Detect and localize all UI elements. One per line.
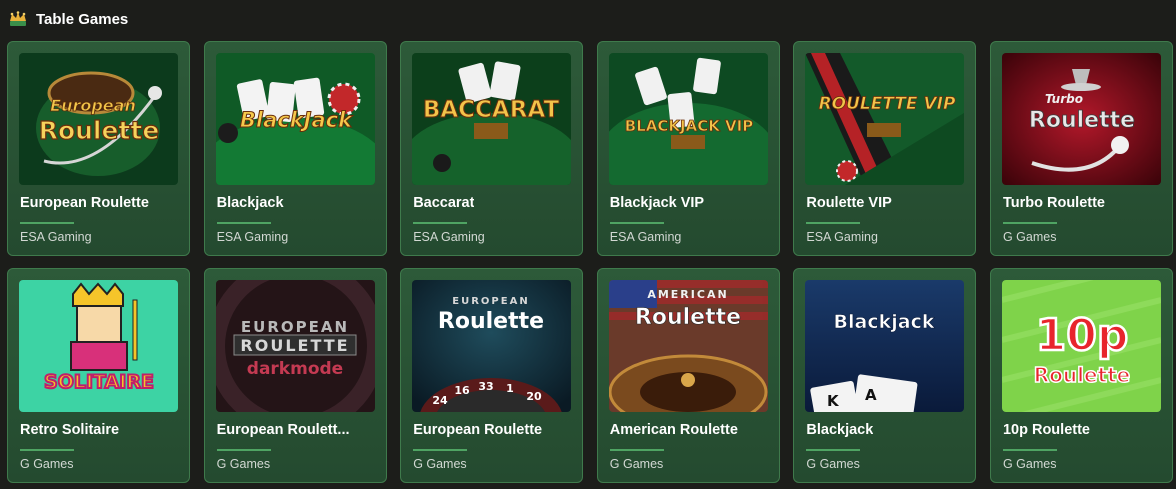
divider (20, 449, 74, 451)
svg-text:ROULETTE VIP: ROULETTE VIP (819, 94, 956, 114)
game-thumbnail[interactable]: 10p Roulette (1001, 280, 1161, 412)
svg-text:Roulette: Roulette (1034, 363, 1130, 387)
svg-text:EUROPEAN: EUROPEAN (452, 296, 529, 307)
divider (609, 222, 664, 224)
game-provider: ESA Gaming (609, 230, 682, 244)
svg-text:EUROPEAN: EUROPEAN (241, 318, 349, 336)
svg-text:20: 20 (527, 390, 543, 403)
svg-text:SOLITAIRE: SOLITAIRE (44, 371, 154, 393)
game-thumbnail[interactable]: Blackjack K A (805, 280, 965, 412)
svg-text:Roulette: Roulette (438, 309, 544, 334)
game-title: 10p Roulette (1002, 422, 1090, 438)
divider (806, 222, 861, 224)
section-header: Table Games (8, 8, 128, 30)
game-title: American Roulette (609, 422, 738, 438)
game-provider: G Games (1002, 230, 1057, 244)
divider (609, 449, 664, 451)
svg-text:33: 33 (479, 380, 494, 393)
svg-text:BACCARAT: BACCARAT (423, 97, 560, 123)
game-title: Turbo Roulette (1002, 195, 1105, 211)
games-grid: European Roulette European Roulette ESA … (7, 41, 1173, 483)
game-thumbnail[interactable]: AMERICAN Roulette (608, 280, 768, 412)
game-provider: ESA Gaming (20, 230, 92, 244)
game-card[interactable]: BLACKJACK VIP Blackjack VIP ESA Gaming (596, 41, 780, 256)
svg-text:Turbo: Turbo (1045, 92, 1083, 106)
divider (413, 449, 468, 451)
game-thumbnail[interactable]: ROULETTE VIP (805, 53, 965, 185)
divider (413, 222, 468, 224)
game-thumbnail[interactable]: BLACKJACK VIP (608, 53, 768, 185)
svg-text:Roulette: Roulette (1029, 108, 1135, 133)
svg-text:Roulette: Roulette (39, 116, 160, 145)
game-title: Roulette VIP (806, 195, 892, 211)
crown-icon (8, 11, 28, 27)
svg-text:1: 1 (506, 382, 514, 395)
divider (216, 222, 271, 224)
game-card[interactable]: European Roulette European Roulette ESA … (7, 41, 190, 256)
divider (216, 449, 271, 451)
divider (20, 222, 74, 224)
svg-text:BLACKJACK VIP: BLACKJACK VIP (625, 117, 753, 135)
game-card[interactable]: 10p Roulette 10p Roulette G Games (989, 268, 1173, 483)
game-provider: G Games (216, 457, 271, 471)
divider (1002, 449, 1057, 451)
game-title: Retro Solitaire (20, 422, 120, 438)
game-title: Baccarat (413, 195, 475, 211)
game-thumbnail[interactable]: European Roulette (19, 53, 178, 185)
game-card[interactable]: BlackJack Blackjack ESA Gaming (203, 41, 387, 256)
game-provider: G Games (1002, 457, 1057, 471)
game-card[interactable]: SOLITAIRE Retro Solitaire G Games (7, 268, 190, 483)
game-provider: G Games (609, 457, 664, 471)
svg-text:BlackJack: BlackJack (239, 108, 353, 132)
game-title: European Roulette (20, 195, 149, 211)
game-card[interactable]: BACCARAT Baccarat ESA Gaming (400, 41, 584, 256)
divider (1002, 222, 1057, 224)
game-card[interactable]: AMERICAN Roulette American Roulette G Ga… (596, 268, 780, 483)
svg-text:darkmode: darkmode (246, 359, 342, 379)
game-title: European Roulett... (216, 422, 350, 438)
svg-text:Roulette: Roulette (635, 305, 741, 330)
game-title: European Roulette (413, 422, 543, 438)
game-provider: ESA Gaming (806, 230, 878, 244)
game-title: Blackjack (806, 422, 874, 438)
game-provider: ESA Gaming (216, 230, 289, 244)
game-provider: G Games (806, 457, 860, 471)
section-title: Table Games (36, 10, 129, 28)
svg-text:K: K (827, 392, 840, 410)
game-card[interactable]: ROULETTE VIP Roulette VIP ESA Gaming (793, 41, 977, 256)
svg-text:Blackjack: Blackjack (834, 311, 935, 333)
game-provider: G Games (413, 457, 467, 471)
svg-text:24: 24 (433, 394, 449, 407)
game-card[interactable]: EUROPEAN ROULETTE darkmode European Roul… (203, 268, 387, 483)
divider (806, 449, 861, 451)
svg-text:A: A (865, 386, 877, 404)
game-thumbnail[interactable]: EUROPEAN Roulette 24 16 33 1 20 (412, 280, 572, 412)
game-card[interactable]: EUROPEAN Roulette 24 16 33 1 20 European… (400, 268, 584, 483)
svg-text:10p: 10p (1036, 310, 1129, 361)
game-thumbnail[interactable]: SOLITAIRE (19, 280, 178, 412)
game-thumbnail[interactable]: EUROPEAN ROULETTE darkmode (215, 280, 375, 412)
svg-text:AMERICAN: AMERICAN (647, 288, 728, 301)
game-title: Blackjack (216, 195, 284, 211)
svg-text:European: European (50, 96, 136, 115)
svg-text:ROULETTE: ROULETTE (240, 336, 349, 355)
game-provider: ESA Gaming (413, 230, 485, 244)
game-card[interactable]: Turbo Roulette Turbo Roulette G Games (989, 41, 1173, 256)
svg-text:16: 16 (455, 384, 471, 397)
game-thumbnail[interactable]: Turbo Roulette (1001, 53, 1161, 185)
game-card[interactable]: Blackjack K A Blackjack G Games (793, 268, 977, 483)
game-provider: G Games (20, 457, 74, 471)
game-thumbnail[interactable]: BACCARAT (412, 53, 572, 185)
game-title: Blackjack VIP (609, 195, 705, 211)
game-thumbnail[interactable]: BlackJack (215, 53, 375, 185)
